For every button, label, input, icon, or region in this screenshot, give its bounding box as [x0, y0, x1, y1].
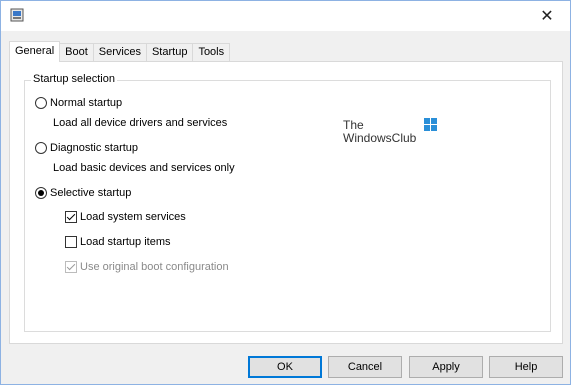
load-startup-items-checkbox[interactable] — [65, 236, 77, 248]
startup-selection-title: Startup selection — [31, 73, 117, 85]
title-bar: ✕ — [1, 1, 570, 31]
normal-startup-label: Normal startup — [50, 97, 123, 109]
tab-services[interactable]: Services — [92, 43, 147, 61]
diagnostic-startup-description: Load basic devices and services only — [53, 162, 235, 174]
apply-button[interactable]: Apply — [409, 356, 483, 378]
watermark-line-2: WindowsClub — [343, 131, 417, 145]
startup-selection-group: Startup selection Normal startup Load al… — [24, 73, 551, 332]
help-button[interactable]: Help — [489, 356, 563, 378]
load-system-services-label: Load system services — [80, 211, 186, 223]
tab-general[interactable]: General — [9, 41, 61, 62]
close-icon: ✕ — [540, 8, 554, 25]
ok-button[interactable]: OK — [248, 356, 322, 378]
load-startup-items-option[interactable]: Load startup items — [65, 236, 171, 248]
tab-boot[interactable]: Boot — [59, 43, 94, 61]
load-system-services-option[interactable]: Load system services — [65, 211, 186, 223]
selective-startup-label: Selective startup — [50, 187, 132, 199]
selective-startup-radio[interactable] — [35, 187, 47, 199]
normal-startup-option[interactable]: Normal startup — [35, 97, 122, 109]
load-system-services-checkbox[interactable] — [65, 211, 77, 223]
tab-startup[interactable]: Startup — [145, 43, 194, 61]
tab-tools[interactable]: Tools — [192, 43, 231, 61]
use-original-boot-config-checkbox[interactable] — [65, 261, 77, 273]
system-configuration-window: ✕ General Boot Services Startup Tools St… — [0, 0, 571, 385]
normal-startup-radio[interactable] — [35, 97, 47, 109]
windowsclub-watermark: The WindowsClub — [343, 119, 416, 145]
normal-startup-description: Load all device drivers and services — [53, 117, 228, 129]
load-startup-items-label: Load startup items — [80, 236, 171, 248]
msconfig-icon — [10, 8, 24, 22]
diagnostic-startup-radio[interactable] — [35, 142, 47, 154]
close-button[interactable]: ✕ — [524, 1, 570, 31]
windowsclub-logo-icon — [424, 118, 437, 131]
diagnostic-startup-option[interactable]: Diagnostic startup — [35, 142, 138, 154]
tab-strip: General Boot Services Startup Tools — [9, 41, 231, 62]
use-original-boot-config-label: Use original boot configuration — [80, 261, 229, 273]
use-original-boot-config-option[interactable]: Use original boot configuration — [65, 261, 229, 273]
cancel-button[interactable]: Cancel — [328, 356, 402, 378]
selective-startup-option[interactable]: Selective startup — [35, 187, 131, 199]
diagnostic-startup-label: Diagnostic startup — [50, 142, 139, 154]
general-tab-panel: Startup selection Normal startup Load al… — [9, 61, 563, 344]
